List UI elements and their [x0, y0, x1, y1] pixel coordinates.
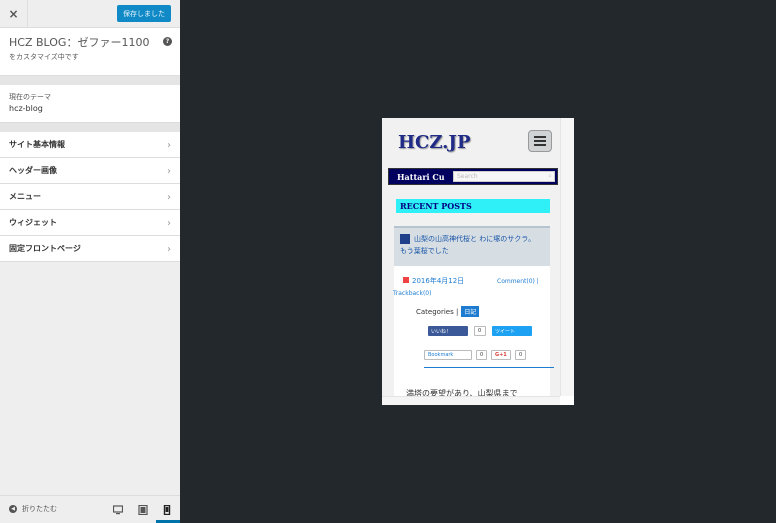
help-icon[interactable]: ? — [163, 37, 172, 46]
collapse-label: 折りたたむ — [22, 505, 57, 513]
post-body: 2016年4月12日 Comment(0) | Trackback(0) Cat… — [393, 266, 554, 396]
tweet-button[interactable]: ツイート — [492, 326, 532, 336]
preview-search-input[interactable]: Search ⌕ — [453, 171, 555, 182]
facebook-like-button[interactable]: いいね！ — [428, 326, 468, 336]
chevron-right-icon: › — [167, 166, 171, 177]
post-title[interactable]: 山梨の山高神代桜と わに塚のサクラ。 もう葉桜でした — [394, 226, 550, 266]
post-date-text: 2016年4月12日 — [412, 277, 465, 285]
customizer-header: × 保存しました — [0, 0, 180, 28]
section-site-identity[interactable]: サイト基本情報 › — [0, 132, 180, 158]
tablet-preview-icon[interactable] — [138, 505, 148, 515]
recent-posts-heading: RECENT POSTS — [396, 199, 550, 213]
gplus-count: 0 — [515, 350, 526, 360]
section-label: メニュー — [9, 192, 41, 201]
search-icon: ⌕ — [548, 172, 552, 180]
divider — [424, 367, 554, 368]
trackback-link[interactable]: Trackback(0) — [393, 290, 431, 297]
search-placeholder: Search — [457, 173, 478, 180]
preview-site-title[interactable]: HCZ.JP — [398, 132, 470, 153]
chevron-right-icon: › — [167, 192, 171, 203]
divider — [0, 123, 180, 132]
categories-label: Categories | — [416, 308, 459, 316]
post-excerpt: 満塔の要望があり、山梨県まで — [406, 389, 518, 396]
comment-link[interactable]: Comment(0) | — [497, 278, 539, 285]
mobile-preview-icon[interactable] — [162, 505, 172, 515]
horizontal-scrollbar[interactable] — [382, 396, 560, 405]
post-date: 2016年4月12日 — [403, 276, 464, 286]
chevron-right-icon: › — [167, 244, 171, 255]
customizer-footer: ◀ 折りたたむ — [0, 495, 180, 523]
customizer-sidebar: × 保存しました HCZ BLOG：ゼファー1100 をカスタマイズ中です ? … — [0, 0, 180, 523]
customizing-subtitle: をカスタマイズ中です — [9, 53, 79, 61]
section-menus[interactable]: メニュー › — [0, 184, 180, 210]
theme-panel[interactable]: 現在のテーマ hcz-blog — [0, 85, 180, 123]
bookmark-count: 0 — [476, 350, 487, 360]
section-widgets[interactable]: ウィジェット › — [0, 210, 180, 236]
preview-page: HCZ.JP Hattari Cu Search ⌕ RECENT POSTS 山… — [382, 118, 560, 396]
close-button[interactable]: × — [0, 0, 28, 28]
section-static-front-page[interactable]: 固定フロントページ › — [0, 236, 180, 262]
section-header-image[interactable]: ヘッダー画像 › — [0, 158, 180, 184]
preview-navbar: Hattari Cu Search ⌕ — [388, 168, 558, 185]
post-thumbnail-icon — [400, 234, 410, 244]
collapse-arrow-icon: ◀ — [9, 505, 17, 513]
categories: Categories | 日記 — [416, 306, 480, 317]
site-title-label: HCZ BLOG：ゼファー1100 — [9, 36, 150, 49]
divider — [0, 76, 180, 85]
chevron-right-icon: › — [167, 218, 171, 229]
hamburger-menu-icon[interactable] — [528, 130, 552, 152]
save-button[interactable]: 保存しました — [117, 5, 171, 22]
desktop-preview-icon[interactable] — [113, 505, 123, 515]
post-title-text: 山梨の山高神代桜と わに塚のサクラ。 もう葉桜でした — [400, 235, 539, 255]
section-label: 固定フロントページ — [9, 244, 81, 253]
theme-label: 現在のテーマ — [9, 93, 51, 101]
nav-text[interactable]: Hattari Cu — [397, 172, 445, 182]
theme-name: hcz-blog — [9, 104, 43, 113]
hatena-bookmark-button[interactable]: Bookmark — [424, 350, 472, 360]
calendar-icon — [403, 277, 409, 283]
vertical-scrollbar[interactable] — [560, 118, 574, 396]
customize-info: HCZ BLOG：ゼファー1100 をカスタマイズ中です ? — [0, 28, 180, 76]
collapse-button[interactable]: ◀ 折りたたむ — [9, 504, 57, 514]
site-preview-frame[interactable]: HCZ.JP Hattari Cu Search ⌕ RECENT POSTS 山… — [382, 118, 574, 405]
category-tag[interactable]: 日記 — [461, 306, 480, 317]
section-label: ウィジェット — [9, 218, 57, 227]
section-label: ヘッダー画像 — [9, 166, 57, 175]
google-plus-button[interactable]: G+1 — [491, 350, 511, 360]
chevron-right-icon: › — [167, 140, 171, 151]
facebook-count: 0 — [474, 326, 486, 336]
section-label: サイト基本情報 — [9, 140, 65, 149]
